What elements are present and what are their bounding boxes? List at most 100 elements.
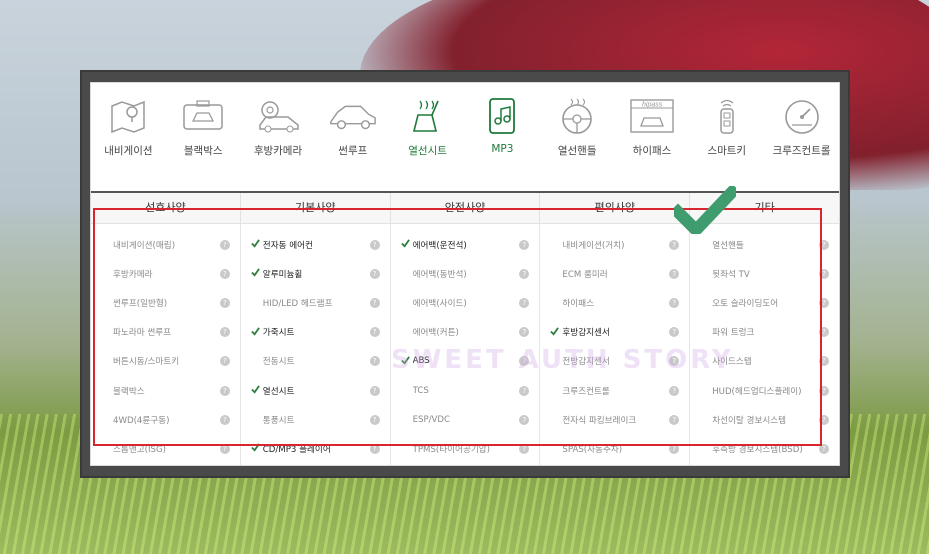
option-row: 열선핸들?: [690, 230, 839, 259]
option-label: 썬루프(일반형): [113, 298, 168, 309]
option-row: 내비게이션(매립)?: [91, 230, 240, 259]
help-icon[interactable]: ?: [219, 268, 230, 279]
help-icon[interactable]: ?: [669, 327, 680, 338]
option-tile-label: MP3: [491, 143, 514, 155]
help-icon[interactable]: ?: [519, 327, 530, 338]
option-tile-label: 블랙박스: [183, 145, 223, 157]
option-row: TCS?: [391, 376, 540, 405]
option-row: ECM 룸미러?: [540, 259, 689, 288]
category-header: 편의사양: [540, 193, 691, 223]
option-label: 가죽시트: [262, 328, 295, 339]
help-icon[interactable]: ?: [818, 414, 829, 425]
help-icon[interactable]: ?: [219, 297, 230, 308]
help-icon[interactable]: ?: [669, 297, 680, 308]
option-row: ESP/VDC?: [391, 405, 540, 434]
option-label: 후측방 경보시스템(BSD): [712, 444, 803, 455]
options-frame: 내비게이션 블랙박스 후방카메라 썬루프 열선시트 MP3 열선핸들 hipass 하이패스 스마…: [80, 70, 850, 478]
option-label: HID/LED 헤드램프: [262, 298, 333, 309]
option-label: ECM 룸미러: [562, 269, 608, 280]
help-icon[interactable]: ?: [669, 385, 680, 396]
help-icon[interactable]: ?: [369, 414, 380, 425]
option-tile-4[interactable]: 열선시트: [390, 83, 465, 191]
option-row: 가죽시트?: [241, 318, 390, 347]
option-tile-label: 열선시트: [408, 145, 447, 157]
option-row: 에어백(운전석)?: [391, 230, 540, 259]
option-label: 전자식 파킹브레이크: [562, 415, 637, 426]
help-icon[interactable]: ?: [818, 385, 829, 396]
help-icon[interactable]: ?: [219, 356, 230, 367]
option-tile-7[interactable]: hipass 하이패스: [615, 83, 690, 191]
option-label: TCS: [412, 385, 429, 396]
cruise-control-icon: [777, 97, 827, 135]
option-column: 전자동 에어컨? 알루미늄휠? HID/LED 헤드램프? 가죽시트? 전동시트? 열선시…: [241, 224, 391, 465]
option-tile-label: 후방카메라: [253, 145, 303, 157]
option-row: 후방카메라?: [91, 259, 240, 288]
option-tile-0[interactable]: 내비게이션: [91, 83, 166, 191]
help-icon[interactable]: ?: [818, 327, 829, 338]
large-check-icon: [674, 186, 736, 234]
check-icon: [400, 239, 410, 248]
option-tile-8[interactable]: 스마트키: [689, 83, 764, 191]
option-row: 파노라마 썬루프?: [91, 318, 240, 347]
option-row: TPMS(타이어공기압)?: [391, 434, 540, 463]
help-icon[interactable]: ?: [219, 443, 230, 454]
help-icon[interactable]: ?: [369, 297, 380, 308]
help-icon[interactable]: ?: [818, 239, 829, 250]
option-label: 에어백(동반석): [412, 269, 467, 280]
help-icon[interactable]: ?: [669, 239, 680, 250]
option-label: TPMS(타이어공기압): [412, 444, 491, 455]
help-icon[interactable]: ?: [369, 268, 380, 279]
option-label: 파워 트렁크: [712, 328, 755, 339]
help-icon[interactable]: ?: [818, 443, 829, 454]
option-row: 버튼시동/스마트키?: [91, 347, 240, 376]
option-label: 에어백(커튼): [412, 328, 459, 339]
help-icon[interactable]: ?: [519, 443, 530, 454]
help-icon[interactable]: ?: [219, 385, 230, 396]
help-icon[interactable]: ?: [219, 239, 230, 250]
option-label: HUD(헤드업디스플레이): [712, 386, 802, 397]
help-icon[interactable]: ?: [219, 327, 230, 338]
navigation-map-icon: [103, 97, 153, 135]
help-icon[interactable]: ?: [669, 268, 680, 279]
option-label: 열선핸들: [712, 240, 744, 251]
option-row: HUD(헤드업디스플레이)?: [690, 376, 839, 405]
option-tile-label: 크루즈컨트롤: [772, 145, 831, 157]
option-tile-5[interactable]: MP3: [465, 83, 540, 191]
option-row: CD/MP3 플레이어?: [241, 434, 390, 463]
help-icon[interactable]: ?: [818, 356, 829, 367]
help-icon[interactable]: ?: [219, 414, 230, 425]
option-label: 내비게이션(매립): [113, 240, 176, 251]
option-tile-2[interactable]: 후방카메라: [241, 83, 316, 191]
help-icon[interactable]: ?: [369, 327, 380, 338]
option-row: 에어백(커튼)?: [391, 318, 540, 347]
help-icon[interactable]: ?: [369, 443, 380, 454]
option-label: 후방카메라: [113, 269, 153, 280]
option-row: 차선이탈 경보시스템?: [690, 405, 839, 434]
option-row: 스톱앤고(ISG)?: [91, 434, 240, 463]
option-row: 파워 트렁크?: [690, 318, 839, 347]
option-tile-label: 열선핸들: [557, 145, 597, 157]
svg-text:hipass: hipass: [642, 102, 663, 109]
help-icon[interactable]: ?: [369, 239, 380, 250]
option-label: CD/MP3 플레이어: [262, 444, 331, 455]
option-tile-3[interactable]: 썬루프: [315, 83, 390, 191]
help-icon[interactable]: ?: [669, 414, 680, 425]
option-label: 통풍시트: [262, 415, 295, 426]
option-row: 4WD(4륜구동)?: [91, 405, 240, 434]
help-icon[interactable]: ?: [519, 297, 530, 308]
help-icon[interactable]: ?: [369, 385, 380, 396]
option-tile-9[interactable]: 크루즈컨트롤: [764, 83, 839, 191]
help-icon[interactable]: ?: [519, 239, 530, 250]
help-icon[interactable]: ?: [818, 268, 829, 279]
help-icon[interactable]: ?: [519, 414, 530, 425]
category-header: 안전사양: [391, 193, 541, 223]
help-icon[interactable]: ?: [369, 356, 380, 367]
help-icon[interactable]: ?: [669, 443, 680, 454]
option-tile-6[interactable]: 열선핸들: [540, 83, 615, 191]
help-icon[interactable]: ?: [818, 297, 829, 308]
option-tile-1[interactable]: 블랙박스: [166, 83, 241, 191]
help-icon[interactable]: ?: [519, 385, 530, 396]
check-icon: [251, 443, 260, 452]
option-tile-label: 스마트키: [707, 145, 747, 157]
help-icon[interactable]: ?: [519, 268, 530, 279]
